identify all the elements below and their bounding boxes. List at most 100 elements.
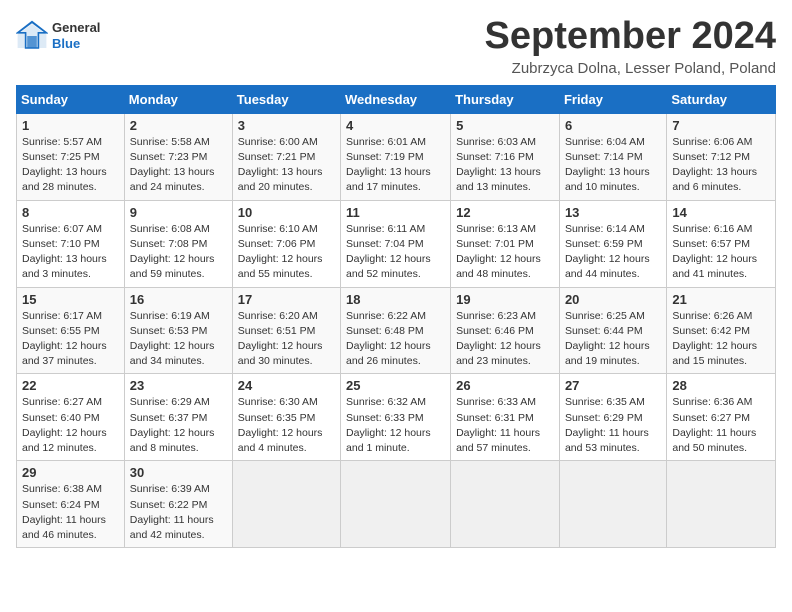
daylight-label: Daylight: 12 hours and 34 minutes. <box>130 340 215 367</box>
day-number: 30 <box>130 465 227 480</box>
calendar-week-row: 8 Sunrise: 6:07 AM Sunset: 7:10 PM Dayli… <box>17 200 776 287</box>
day-info: Sunrise: 6:20 AM Sunset: 6:51 PM Dayligh… <box>238 309 335 370</box>
calendar-day-cell: 1 Sunrise: 5:57 AM Sunset: 7:25 PM Dayli… <box>17 113 125 200</box>
day-info: Sunrise: 6:03 AM Sunset: 7:16 PM Dayligh… <box>456 135 554 196</box>
daylight-label: Daylight: 12 hours and 1 minute. <box>346 427 431 454</box>
calendar-day-cell: 16 Sunrise: 6:19 AM Sunset: 6:53 PM Dayl… <box>124 287 232 374</box>
day-number: 25 <box>346 378 445 393</box>
day-info: Sunrise: 6:30 AM Sunset: 6:35 PM Dayligh… <box>238 395 335 456</box>
day-info: Sunrise: 6:11 AM Sunset: 7:04 PM Dayligh… <box>346 222 445 283</box>
calendar-day-cell <box>559 461 666 548</box>
sunrise-label: Sunrise: 6:20 AM <box>238 310 318 322</box>
day-number: 16 <box>130 292 227 307</box>
daylight-label: Daylight: 12 hours and 26 minutes. <box>346 340 431 367</box>
day-info: Sunrise: 6:29 AM Sunset: 6:37 PM Dayligh… <box>130 395 227 456</box>
sunset-label: Sunset: 7:08 PM <box>130 238 208 250</box>
day-info: Sunrise: 6:36 AM Sunset: 6:27 PM Dayligh… <box>672 395 770 456</box>
day-info: Sunrise: 6:13 AM Sunset: 7:01 PM Dayligh… <box>456 222 554 283</box>
sunrise-label: Sunrise: 6:01 AM <box>346 136 426 148</box>
daylight-label: Daylight: 12 hours and 15 minutes. <box>672 340 757 367</box>
calendar-body: 1 Sunrise: 5:57 AM Sunset: 7:25 PM Dayli… <box>17 113 776 547</box>
day-number: 5 <box>456 118 554 133</box>
daylight-label: Daylight: 11 hours and 53 minutes. <box>565 427 649 454</box>
day-number: 10 <box>238 205 335 220</box>
day-number: 11 <box>346 205 445 220</box>
weekday-header-cell: Wednesday <box>341 85 451 113</box>
day-number: 20 <box>565 292 661 307</box>
calendar-day-cell: 10 Sunrise: 6:10 AM Sunset: 7:06 PM Dayl… <box>232 200 340 287</box>
day-number: 19 <box>456 292 554 307</box>
sunset-label: Sunset: 7:16 PM <box>456 151 534 163</box>
logo-blue-text: Blue <box>52 36 100 52</box>
day-number: 26 <box>456 378 554 393</box>
day-number: 4 <box>346 118 445 133</box>
day-info: Sunrise: 6:08 AM Sunset: 7:08 PM Dayligh… <box>130 222 227 283</box>
sunset-label: Sunset: 7:25 PM <box>22 151 100 163</box>
calendar-day-cell: 8 Sunrise: 6:07 AM Sunset: 7:10 PM Dayli… <box>17 200 125 287</box>
day-number: 15 <box>22 292 119 307</box>
sunset-label: Sunset: 6:48 PM <box>346 325 424 337</box>
calendar-day-cell: 4 Sunrise: 6:01 AM Sunset: 7:19 PM Dayli… <box>341 113 451 200</box>
calendar-week-row: 15 Sunrise: 6:17 AM Sunset: 6:55 PM Dayl… <box>17 287 776 374</box>
sunrise-label: Sunrise: 6:08 AM <box>130 223 210 235</box>
page-header: General Blue September 2024 Zubrzyca Dol… <box>16 16 776 77</box>
day-info: Sunrise: 5:58 AM Sunset: 7:23 PM Dayligh… <box>130 135 227 196</box>
day-info: Sunrise: 6:19 AM Sunset: 6:53 PM Dayligh… <box>130 309 227 370</box>
daylight-label: Daylight: 13 hours and 10 minutes. <box>565 166 650 193</box>
sunrise-label: Sunrise: 6:00 AM <box>238 136 318 148</box>
weekday-header-cell: Friday <box>559 85 666 113</box>
daylight-label: Daylight: 12 hours and 4 minutes. <box>238 427 323 454</box>
daylight-label: Daylight: 12 hours and 55 minutes. <box>238 253 323 280</box>
daylight-label: Daylight: 12 hours and 59 minutes. <box>130 253 215 280</box>
sunrise-label: Sunrise: 6:10 AM <box>238 223 318 235</box>
calendar-week-row: 22 Sunrise: 6:27 AM Sunset: 6:40 PM Dayl… <box>17 374 776 461</box>
day-number: 21 <box>672 292 770 307</box>
calendar-day-cell: 2 Sunrise: 5:58 AM Sunset: 7:23 PM Dayli… <box>124 113 232 200</box>
day-number: 29 <box>22 465 119 480</box>
day-info: Sunrise: 6:27 AM Sunset: 6:40 PM Dayligh… <box>22 395 119 456</box>
day-number: 7 <box>672 118 770 133</box>
calendar-day-cell <box>667 461 776 548</box>
calendar-day-cell: 19 Sunrise: 6:23 AM Sunset: 6:46 PM Dayl… <box>451 287 560 374</box>
daylight-label: Daylight: 12 hours and 12 minutes. <box>22 427 107 454</box>
sunrise-label: Sunrise: 6:23 AM <box>456 310 536 322</box>
sunrise-label: Sunrise: 6:26 AM <box>672 310 752 322</box>
sunset-label: Sunset: 6:55 PM <box>22 325 100 337</box>
day-info: Sunrise: 6:04 AM Sunset: 7:14 PM Dayligh… <box>565 135 661 196</box>
calendar-day-cell: 12 Sunrise: 6:13 AM Sunset: 7:01 PM Dayl… <box>451 200 560 287</box>
day-info: Sunrise: 6:00 AM Sunset: 7:21 PM Dayligh… <box>238 135 335 196</box>
day-info: Sunrise: 6:35 AM Sunset: 6:29 PM Dayligh… <box>565 395 661 456</box>
sunrise-label: Sunrise: 5:57 AM <box>22 136 102 148</box>
calendar-day-cell: 9 Sunrise: 6:08 AM Sunset: 7:08 PM Dayli… <box>124 200 232 287</box>
daylight-label: Daylight: 11 hours and 46 minutes. <box>22 514 106 541</box>
calendar-day-cell: 21 Sunrise: 6:26 AM Sunset: 6:42 PM Dayl… <box>667 287 776 374</box>
day-number: 17 <box>238 292 335 307</box>
sunrise-label: Sunrise: 6:11 AM <box>346 223 425 235</box>
day-number: 12 <box>456 205 554 220</box>
day-info: Sunrise: 6:22 AM Sunset: 6:48 PM Dayligh… <box>346 309 445 370</box>
sunset-label: Sunset: 6:59 PM <box>565 238 643 250</box>
day-number: 14 <box>672 205 770 220</box>
sunset-label: Sunset: 6:42 PM <box>672 325 750 337</box>
sunrise-label: Sunrise: 6:06 AM <box>672 136 752 148</box>
sunrise-label: Sunrise: 6:17 AM <box>22 310 102 322</box>
title-block: September 2024 Zubrzyca Dolna, Lesser Po… <box>485 16 777 77</box>
day-info: Sunrise: 5:57 AM Sunset: 7:25 PM Dayligh… <box>22 135 119 196</box>
sunset-label: Sunset: 6:57 PM <box>672 238 750 250</box>
day-info: Sunrise: 6:01 AM Sunset: 7:19 PM Dayligh… <box>346 135 445 196</box>
calendar-day-cell: 24 Sunrise: 6:30 AM Sunset: 6:35 PM Dayl… <box>232 374 340 461</box>
daylight-label: Daylight: 13 hours and 20 minutes. <box>238 166 323 193</box>
sunrise-label: Sunrise: 6:35 AM <box>565 396 645 408</box>
day-info: Sunrise: 6:10 AM Sunset: 7:06 PM Dayligh… <box>238 222 335 283</box>
day-number: 27 <box>565 378 661 393</box>
weekday-header-cell: Sunday <box>17 85 125 113</box>
sunrise-label: Sunrise: 6:32 AM <box>346 396 426 408</box>
location-text: Zubrzyca Dolna, Lesser Poland, Poland <box>485 60 777 77</box>
sunrise-label: Sunrise: 6:25 AM <box>565 310 645 322</box>
daylight-label: Daylight: 11 hours and 42 minutes. <box>130 514 214 541</box>
sunrise-label: Sunrise: 6:39 AM <box>130 483 210 495</box>
day-number: 2 <box>130 118 227 133</box>
sunset-label: Sunset: 7:21 PM <box>238 151 316 163</box>
sunset-label: Sunset: 6:35 PM <box>238 412 316 424</box>
calendar-day-cell: 28 Sunrise: 6:36 AM Sunset: 6:27 PM Dayl… <box>667 374 776 461</box>
